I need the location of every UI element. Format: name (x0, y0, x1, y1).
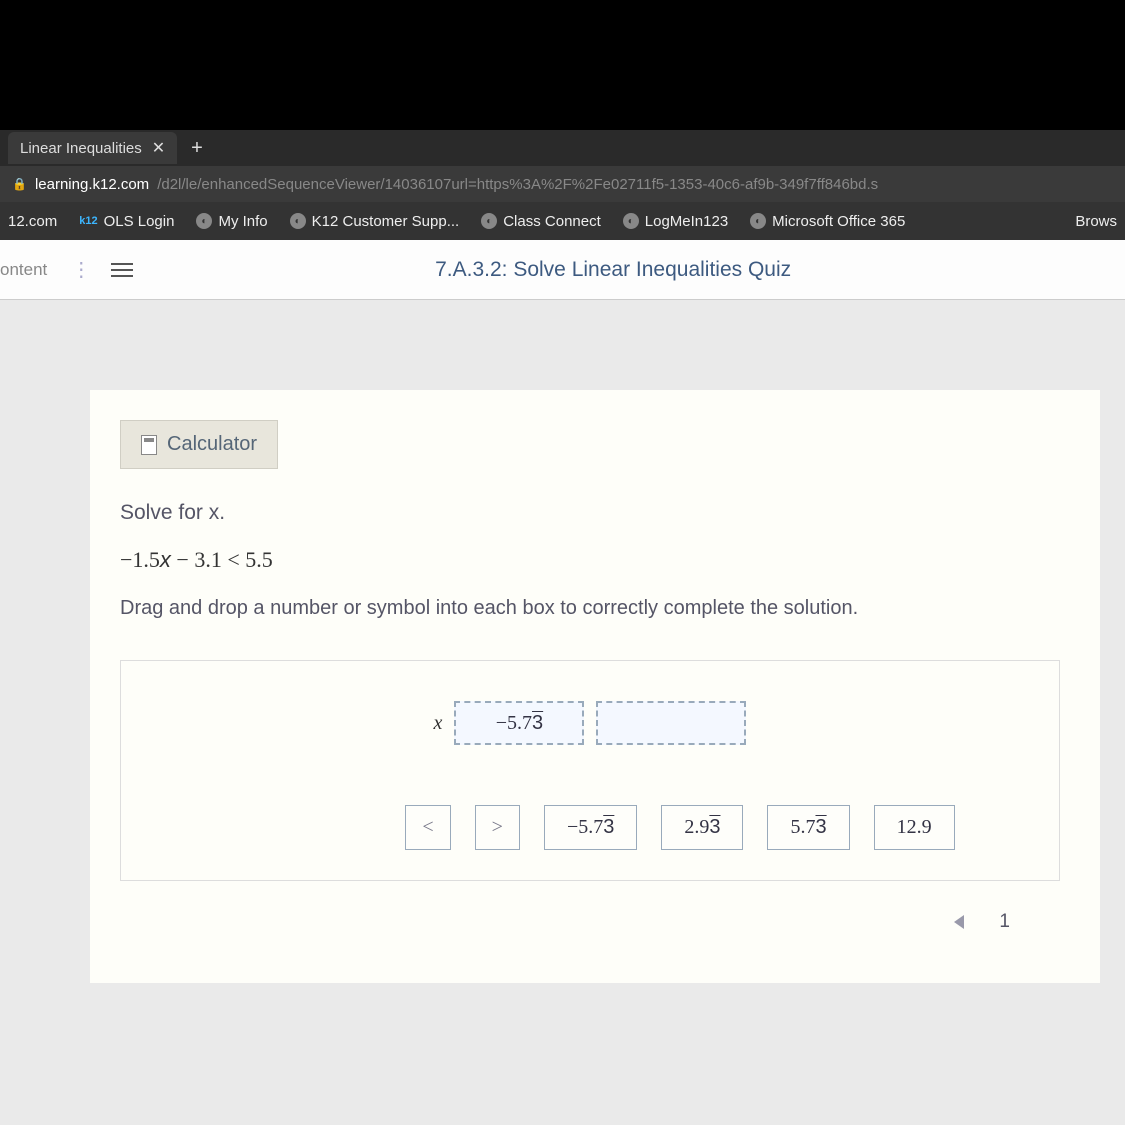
bookmark-label: K12 Customer Supp... (312, 213, 460, 230)
calculator-label: Calculator (167, 433, 257, 456)
bookmarks-bar: 12.com k12 OLS Login ◐ My Info ◐ K12 Cus… (0, 202, 1125, 240)
bookmark-office365[interactable]: ◐ Microsoft Office 365 (750, 213, 905, 230)
page-content: ontent ⋮ 7.A.3.2: Solve Linear Inequalit… (0, 240, 1125, 1125)
bookmark-label: My Info (218, 213, 267, 230)
x-variable-label: x (434, 712, 443, 735)
browser-tab[interactable]: Linear Inequalities ✕ (8, 132, 177, 164)
lock-icon: 🔒 (12, 177, 27, 191)
url-path: /d2l/le/enhancedSequenceViewer/14036107u… (157, 176, 878, 193)
bookmark-12com[interactable]: 12.com (8, 213, 57, 230)
tab-bar: Linear Inequalities ✕ + (0, 130, 1125, 166)
bookmark-label: Brows (1075, 213, 1117, 230)
answer-area: x −5.73 < > −5.73 2.93 5.73 12.9 (120, 660, 1060, 881)
page-title: 7.A.3.2: Solve Linear Inequalities Quiz (145, 258, 1121, 282)
bookmark-brows[interactable]: Brows (1075, 213, 1117, 230)
choices-row: < > −5.73 2.93 5.73 12.9 (405, 805, 954, 850)
choice-less-than[interactable]: < (405, 805, 450, 850)
bookmark-my-info[interactable]: ◐ My Info (196, 213, 267, 230)
bookmark-logmein[interactable]: ◐ LogMeIn123 (623, 213, 728, 230)
answer-row: x −5.73 (434, 701, 747, 745)
window-black-area (0, 0, 1125, 130)
calculator-icon (141, 435, 157, 455)
question-prompt: Solve for x. (120, 501, 1060, 525)
bookmark-label: 12.com (8, 213, 57, 230)
prev-arrow-icon[interactable] (954, 915, 964, 929)
menu-icon[interactable] (99, 263, 145, 277)
choice-2-93[interactable]: 2.93 (661, 805, 743, 850)
tab-title: Linear Inequalities (20, 140, 142, 157)
bookmark-label: LogMeIn123 (645, 213, 728, 230)
choice-12-9[interactable]: 12.9 (874, 805, 955, 850)
browser-chrome: Linear Inequalities ✕ + 🔒 learning.k12.c… (0, 130, 1125, 240)
content-area: Calculator Solve for x. −1.5x − 3.1 < 5.… (0, 300, 1125, 1125)
question-instruction: Drag and drop a number or symbol into ea… (120, 597, 1060, 620)
drop-target-2[interactable] (596, 701, 746, 745)
address-bar[interactable]: 🔒 learning.k12.com /d2l/le/enhancedSeque… (0, 166, 1125, 202)
k12-icon: k12 (79, 215, 97, 227)
globe-icon: ◐ (481, 213, 497, 229)
bookmark-class-connect[interactable]: ◐ Class Connect (481, 213, 601, 230)
bookmark-label: Microsoft Office 365 (772, 213, 905, 230)
bookmark-label: OLS Login (104, 213, 175, 230)
quiz-card: Calculator Solve for x. −1.5x − 3.1 < 5.… (90, 390, 1100, 983)
choice-greater-than[interactable]: > (475, 805, 520, 850)
calculator-button[interactable]: Calculator (120, 420, 278, 469)
close-icon[interactable]: ✕ (152, 138, 165, 158)
drop-target-1[interactable]: −5.73 (454, 701, 584, 745)
url-domain: learning.k12.com (35, 176, 149, 193)
choice-neg-5-73[interactable]: −5.73 (544, 805, 637, 850)
page-number: 1 (999, 911, 1010, 932)
bookmark-label: Class Connect (503, 213, 601, 230)
pager: 1 (120, 881, 1060, 933)
page-header: ontent ⋮ 7.A.3.2: Solve Linear Inequalit… (0, 240, 1125, 300)
question-equation: −1.5x − 3.1 < 5.5 (120, 547, 1060, 573)
globe-icon: ◐ (196, 213, 212, 229)
nav-content-label[interactable]: ontent (0, 260, 63, 280)
globe-icon: ◐ (623, 213, 639, 229)
bookmark-k12-support[interactable]: ◐ K12 Customer Supp... (290, 213, 460, 230)
new-tab-button[interactable]: + (177, 137, 217, 160)
globe-icon: ◐ (290, 213, 306, 229)
globe-icon: ◐ (750, 213, 766, 229)
choice-5-73[interactable]: 5.73 (767, 805, 849, 850)
more-icon[interactable]: ⋮ (63, 257, 99, 282)
bookmark-ols-login[interactable]: k12 OLS Login (79, 213, 174, 230)
